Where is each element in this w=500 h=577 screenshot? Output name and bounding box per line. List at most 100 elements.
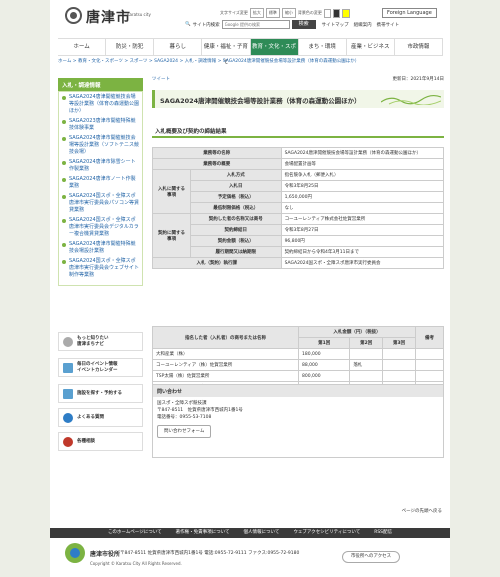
nav-disaster[interactable]: 防災・防犯 <box>106 39 155 55</box>
nav-government[interactable]: 市政情報 <box>395 39 443 55</box>
sidebar-item[interactable]: SAGA2024国スポ・全障スポ唐津市実行委員会パソコン等賃貸業務 <box>62 193 139 214</box>
nav-industry[interactable]: 産業・ビジネス <box>347 39 395 55</box>
question-icon <box>63 412 73 423</box>
foreign-language-button[interactable]: Foreign Language <box>382 8 437 18</box>
sidebar-title: 入札・調達情報 <box>58 78 143 91</box>
page-top-link[interactable]: ページの先頭へ戻る <box>402 508 442 514</box>
row-label: 業務等の名称 <box>152 147 282 159</box>
search-input[interactable] <box>221 20 290 29</box>
section-heading: 入札概要及び契約の締結結果 <box>152 124 444 138</box>
banner-consult[interactable]: 各種相談 <box>58 432 143 451</box>
sidebar-item[interactable]: SAGA2023唐津市開催特殊競技体験事業 <box>62 118 139 132</box>
bid-r3 <box>382 370 416 382</box>
footer: 唐津市役所 〒847-8511 佐賀県唐津市西城内1番1号 電話:0955-72… <box>50 539 450 577</box>
row-value: 96,800円 <box>280 235 445 247</box>
col-header-name: 指名した者（入札者）の商号または名称 <box>152 326 299 349</box>
sidebar: 入札・調達情報 SAGA2024唐津開催競技会場等設計業務（体育の森運動公園ほか… <box>58 78 143 286</box>
row-value: なし <box>280 202 445 214</box>
nav-environment[interactable]: まち・環境 <box>299 39 347 55</box>
row-value: SAGA2024国スポ・全障スポ唐津市実行委員会 <box>280 257 445 269</box>
sidebar-item[interactable]: SAGA2024唐津市ノート作製業務 <box>62 176 139 190</box>
mobile-site-link[interactable]: 携帯サイト <box>377 22 400 28</box>
bid-r1: 88,000 <box>297 359 351 371</box>
page-title: SAGA2024唐津開催競技会場等設計業務（体育の森運動公園ほか） <box>160 97 361 105</box>
font-standard-button[interactable]: 標準 <box>265 8 280 18</box>
breadcrumb[interactable]: ホーム > 教育・文化・スポーツ > スポーツ > SAGA2024 > 入札・… <box>58 58 359 64</box>
inquiry-org: 国スポ・全障スポ競技課 <box>157 401 207 406</box>
bid-r2 <box>349 370 384 382</box>
font-enlarge-button[interactable]: 拡大 <box>249 8 264 18</box>
search-row: 🔍 サイト内検索 検索 サイトマップ 組織案内 携帯サイト <box>185 20 399 29</box>
row-label: 最低制限価格（税込） <box>190 202 282 214</box>
search-icon: 🔍 <box>185 22 191 27</box>
row-label: 入札方式 <box>190 169 282 181</box>
row-label: 契約金額（税込） <box>190 235 282 247</box>
bg-yellow-button[interactable] <box>342 8 350 18</box>
nav-education[interactable]: 教育・文化・スポーツ <box>250 39 299 66</box>
sidebar-item[interactable]: SAGA2024国スポ・全障スポ唐津市実行委員会デジタルカラー複合機賃貸業務 <box>62 217 139 238</box>
col-header-round1: 第1回 <box>297 337 351 349</box>
row-value: SAGA2024唐津開催競技会場等設計業務（体育の森運動公園ほか） <box>280 147 445 159</box>
row-label: 業務等の概要 <box>152 158 282 170</box>
col-header-round2: 第2回 <box>349 337 384 349</box>
banner-machinavi[interactable]: もっと知りたい 唐津まちナビ <box>58 332 143 351</box>
sidebar-item[interactable]: SAGA2024唐津開催競技会場等設計業務（体育の森運動公園ほか） <box>62 94 139 115</box>
inquiry-form-button[interactable]: 問い合わせフォーム <box>157 425 212 438</box>
banner-faq[interactable]: よくある質問 <box>58 408 143 427</box>
sidebar-item[interactable]: SAGA2024唐津市開催競技会場等設計業務（ソフトテニス競技会場） <box>62 135 139 156</box>
access-button[interactable]: 市役所へのアクセス <box>342 551 400 563</box>
table-row: 入札日 令和3年8月25日 <box>153 180 445 192</box>
footer-link[interactable]: 著作権・免責事項について <box>176 528 230 538</box>
table-row: 最低制限価格（税込） なし <box>153 202 445 214</box>
bg-black-button[interactable] <box>333 8 341 18</box>
table-row: 予定価格（税込） 1,650,000円 <box>153 191 445 203</box>
bid-r2 <box>349 348 384 360</box>
city-emblem-icon[interactable] <box>65 7 82 24</box>
banner-facility[interactable]: 施設を探す・予約する <box>58 384 143 403</box>
bid-r1: 800,000 <box>297 370 351 382</box>
footer-nav: このホームページについて 著作権・免責事項について 個人情報について ウェブアク… <box>50 528 450 538</box>
tweet-link[interactable]: ツイート <box>152 76 170 82</box>
site-logo[interactable]: 唐津市 <box>86 7 131 27</box>
bg-white-button[interactable] <box>323 8 332 18</box>
search-button[interactable]: 検索 <box>291 20 316 29</box>
sidebar-item[interactable]: SAGA2024唐津市除雪シート作製業務 <box>62 159 139 173</box>
col-header-amount: 入札金額（円）（税抜） <box>298 326 416 338</box>
nav-living[interactable]: 暮らし <box>154 39 203 55</box>
table-row: 契約締結日 令和3年8月27日 <box>153 224 445 236</box>
footer-link[interactable]: このホームページについて <box>108 528 162 538</box>
sidebar-item[interactable]: SAGA2024国スポ・全障スポ唐津市実行委員会ウェブサイト制作等業務 <box>62 258 139 279</box>
calendar-icon <box>63 362 73 373</box>
footer-link[interactable]: RSS配信 <box>374 528 392 538</box>
sitemap-link[interactable]: サイトマップ <box>322 22 349 28</box>
bid-r3 <box>382 359 416 371</box>
footer-link[interactable]: ウェブアクセシビリティについて <box>293 528 360 538</box>
row-label: 履行期間又は納期限 <box>190 246 282 258</box>
bid-r3 <box>382 348 416 360</box>
row-value: コーユーレンティア株式会社佐賀営業所 <box>280 213 445 225</box>
table-row: コーユーレンティア（株）佐賀営業所 88,000 落札 <box>152 359 444 371</box>
banner-label: 毎日のイベント情報 <box>77 361 118 367</box>
footer-link[interactable]: 個人情報について <box>243 528 279 538</box>
inquiry-tel: 電話番号：0955-53-7108 <box>157 415 212 420</box>
sidebar-item[interactable]: SAGA2024唐津市開催特殊競技会場設計業務 <box>62 241 139 255</box>
table-row: 入札に関する事項 入札方式 指名競争入札（郵便入札） <box>152 169 445 214</box>
table-row: 履行期間又は納期限 契約締結日から令和4年3月11日まで <box>153 246 445 258</box>
table-header-row: 指名した者（入札者）の商号または名称 入札金額（円）（税抜） 備考 <box>152 326 444 349</box>
table-row: 業務等の名称 SAGA2024唐津開催競技会場等設計業務（体育の森運動公園ほか） <box>152 147 445 159</box>
organization-link[interactable]: 組織案内 <box>354 22 372 28</box>
page-title-box: SAGA2024唐津開催競技会場等設計業務（体育の森運動公園ほか） <box>152 90 444 108</box>
accessibility-tools: 文字サイズ変更 拡大 標準 縮小 背景色の変更 <box>220 8 350 18</box>
font-size-label: 文字サイズ変更 <box>220 10 248 15</box>
nav-home[interactable]: ホーム <box>58 39 107 55</box>
nav-health[interactable]: 健康・福祉・子育て <box>202 39 251 66</box>
banner-event-calendar[interactable]: 毎日のイベント情報 イベントカレンダー <box>58 358 143 377</box>
site-search-label: サイト内検索 <box>192 22 220 28</box>
bid-results-table: 指名した者（入札者）の商号または名称 入札金額（円）（税抜） 備考 第1回 第2回 第3… <box>152 326 444 393</box>
sidebar-list: SAGA2024唐津開催競技会場等設計業務（体育の森運動公園ほか） SAGA20… <box>58 91 143 286</box>
row-label: 入札（契約）執行課 <box>152 257 282 269</box>
col-header-remark: 備考 <box>415 326 444 349</box>
font-shrink-button[interactable]: 縮小 <box>281 8 296 18</box>
page: 唐津市 Karatsu city 文字サイズ変更 拡大 標準 縮小 背景色の変更… <box>50 0 450 577</box>
bid-remark <box>415 370 444 382</box>
